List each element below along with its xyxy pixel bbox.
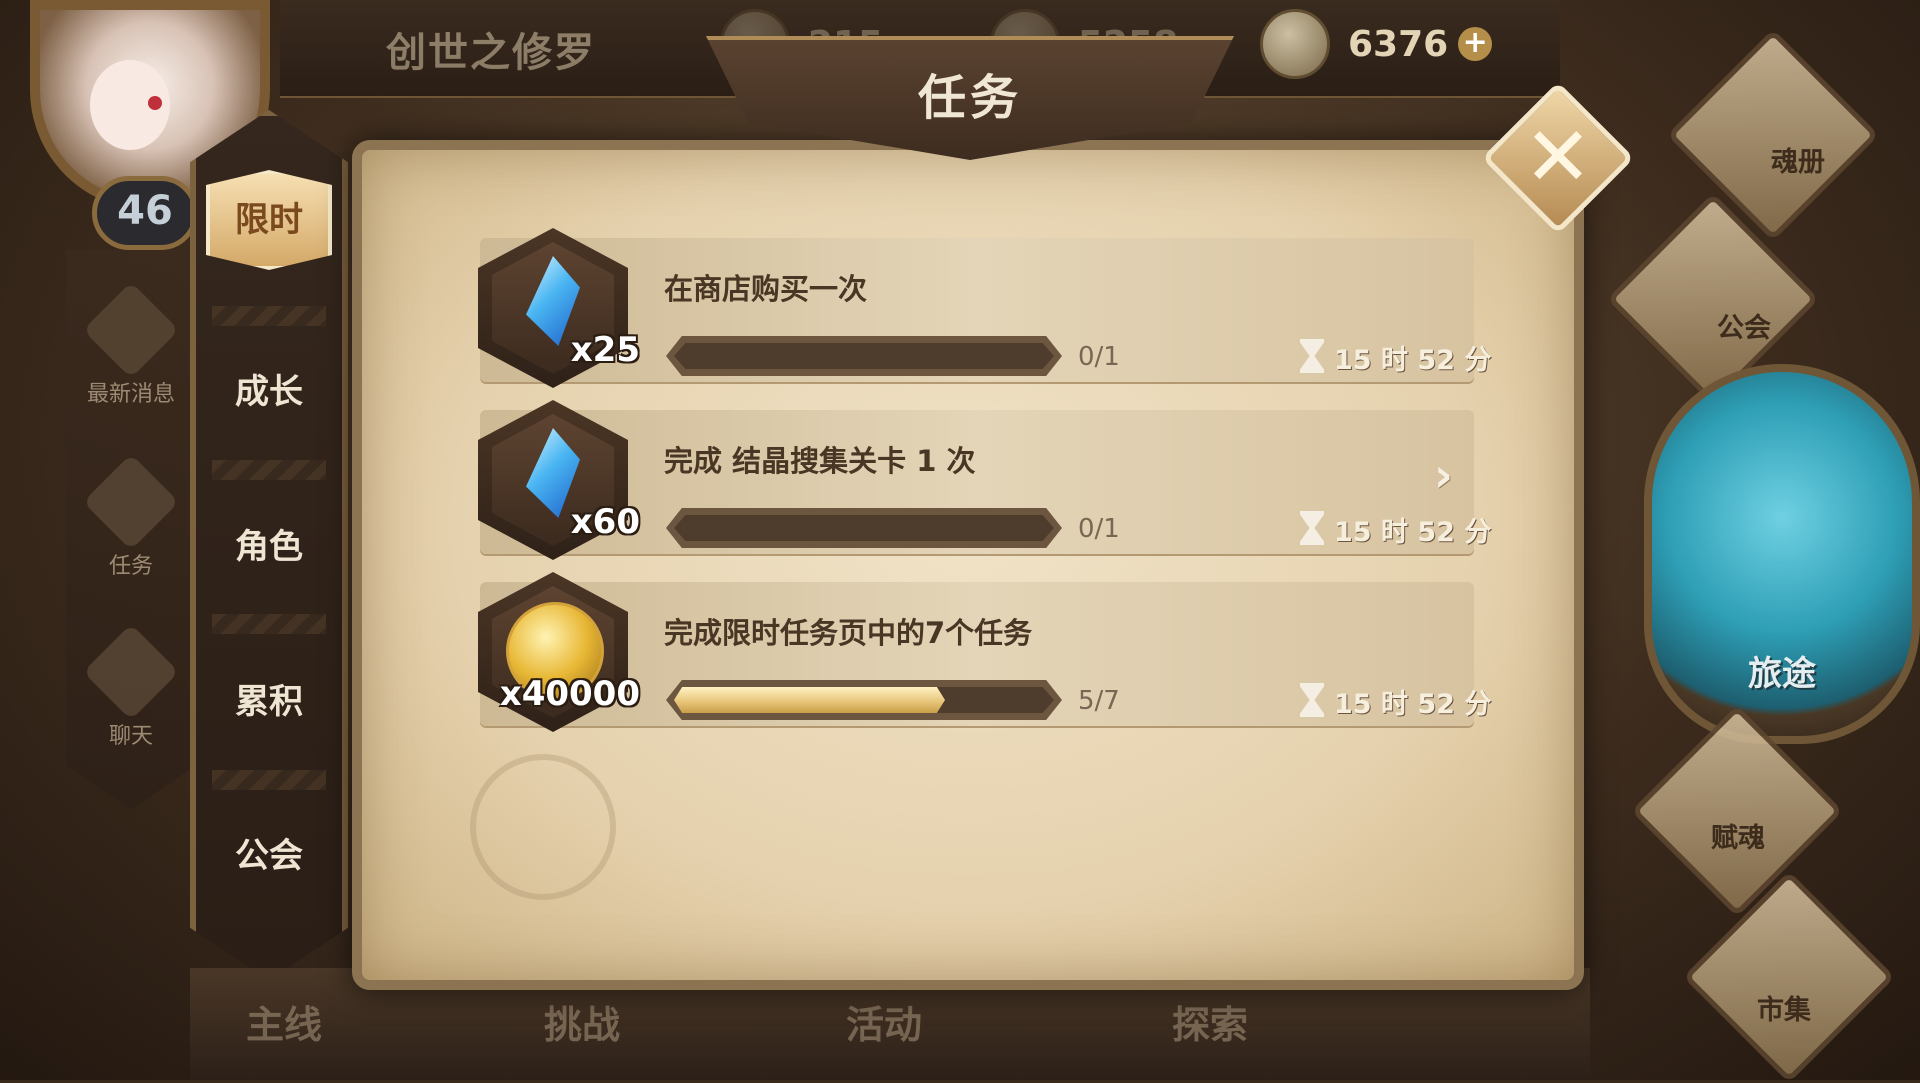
tab-growth[interactable]: 成长	[206, 342, 332, 442]
bottom-tab-event[interactable]: 活动	[846, 994, 922, 1049]
quest-title: 完成 结晶搜集关卡 1 次	[664, 444, 976, 478]
market-label: 市集	[1757, 995, 1811, 1026]
progress-text: 0/1	[1078, 514, 1120, 544]
tab-cumulative[interactable]: 累积	[206, 652, 332, 752]
bottom-tab-explore[interactable]: 探索	[1172, 994, 1248, 1049]
quest-timer: 15 时 52 分	[1334, 689, 1492, 720]
close-icon[interactable]: ✕	[1521, 110, 1595, 206]
rail-divider	[212, 460, 326, 480]
watermark-seal-icon	[470, 754, 616, 900]
scroll-icon	[82, 281, 180, 379]
shield-icon	[82, 453, 180, 551]
tasks-button[interactable]: 任务	[66, 453, 196, 580]
progress-text: 5/7	[1078, 686, 1120, 716]
reward-quantity: x25	[570, 330, 640, 370]
avatar-eye	[148, 96, 162, 110]
rail-divider	[212, 614, 326, 634]
add-gem-button[interactable]: +	[1458, 27, 1493, 61]
reward-quantity: x60	[570, 502, 640, 542]
soul-infuse-label: 赋魂	[1711, 823, 1765, 854]
progress-bar	[666, 508, 1062, 548]
progress-track-inner	[674, 343, 1054, 369]
rail-divider	[212, 306, 326, 326]
news-button[interactable]: 最新消息	[66, 281, 196, 408]
gem-icon	[1260, 9, 1330, 79]
quest-timer: 15 时 52 分	[1334, 517, 1492, 548]
quest-title: 完成限时任务页中的7个任务	[664, 616, 1033, 650]
bottom-tab-main[interactable]: 主线	[246, 994, 322, 1049]
bottom-tab-challenge[interactable]: 挑战	[544, 994, 620, 1049]
rail-divider	[212, 770, 326, 790]
quest-timer: 15 时 52 分	[1334, 345, 1492, 376]
go-arrow-icon[interactable]: ›	[1434, 448, 1453, 502]
reward-quantity: x40000	[499, 674, 640, 714]
chat-icon	[82, 623, 180, 721]
gem-resource[interactable]: 6376 +	[1260, 9, 1493, 79]
progress-bar	[666, 680, 1062, 720]
chat-button[interactable]: 聊天	[66, 623, 196, 750]
tab-guild[interactable]: 公会	[206, 806, 332, 906]
journey-label: 旅途	[1748, 654, 1816, 694]
progress-fill	[674, 687, 945, 713]
tab-character[interactable]: 角色	[206, 497, 332, 597]
guild-label: 公会	[1717, 313, 1771, 344]
progress-bar	[666, 336, 1062, 376]
level-badge: 46	[92, 176, 198, 250]
quest-title: 在商店购买一次	[664, 272, 868, 306]
soul-book-label: 魂册	[1771, 147, 1825, 178]
tab-limited[interactable]: 限时	[206, 170, 332, 270]
panel-title: 任务	[917, 70, 1022, 126]
player-name: 创世之修罗	[386, 30, 596, 76]
tasks-label: 任务	[108, 554, 153, 579]
progress-track-inner	[674, 515, 1054, 541]
chat-label: 聊天	[108, 724, 153, 749]
progress-text: 0/1	[1078, 342, 1120, 372]
news-label: 最新消息	[86, 382, 175, 407]
gem-amount: 6376	[1348, 23, 1449, 65]
